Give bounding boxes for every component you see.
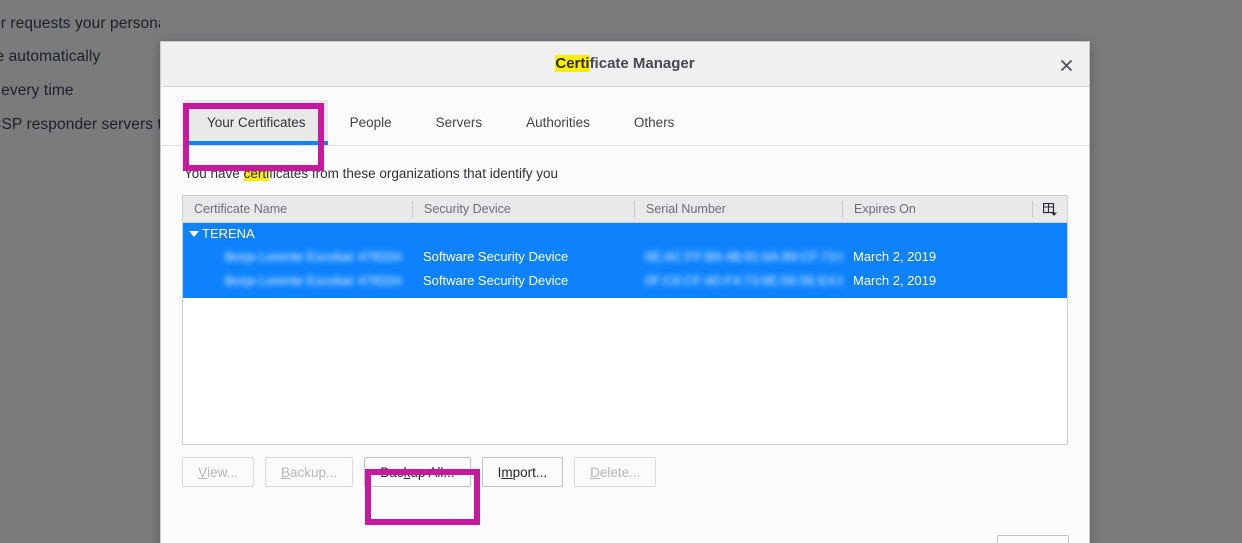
tab-servers[interactable]: Servers: [414, 100, 505, 145]
background-line-1-before: er requests your personal: [0, 15, 160, 32]
close-icon[interactable]: [1051, 50, 1081, 80]
import-accel: m: [501, 464, 513, 480]
delete-accel: D: [590, 464, 600, 480]
view-button[interactable]: View...: [182, 457, 254, 487]
backup-button[interactable]: Backup...: [265, 457, 354, 487]
dialog-title-rest: ficate Manager: [589, 55, 695, 72]
background-text-line: OCSP responder servers to: [0, 116, 160, 133]
ok-button-bar: OK: [997, 535, 1069, 543]
cell-expires-on: March 2, 2019: [853, 272, 937, 288]
tab-your-certificates[interactable]: Your Certificates: [185, 100, 328, 145]
cell-expires-on: March 2, 2019: [853, 248, 937, 264]
certificate-table: Certificate Name Security Device Serial …: [182, 195, 1068, 445]
tab-label: People: [349, 115, 392, 130]
group-label: TERENA: [202, 226, 255, 241]
tab-others[interactable]: Others: [612, 100, 697, 145]
column-header-security-device[interactable]: Security Device: [412, 200, 634, 218]
tab-label: Servers: [435, 115, 483, 130]
cell-security-device: Software Security Device: [423, 272, 569, 288]
tab-label: Authorities: [526, 115, 590, 130]
cell-serial-number: 0E:AC:FF:B6:4B:81:6A:89:CF:73:B4:F...: [645, 248, 842, 264]
delete-button[interactable]: Delete...: [574, 457, 657, 487]
table-group-row[interactable]: TERENA: [183, 223, 1067, 244]
cell-security-device: Software Security Device: [423, 248, 569, 264]
column-header-expires-on[interactable]: Expires On: [842, 200, 1032, 218]
chevron-down-icon[interactable]: [189, 230, 199, 237]
dialog-button-bar: View... Backup... Bac k up All... Im port..…: [182, 457, 1089, 525]
backup-post: ackup...: [290, 464, 338, 480]
dialog-description: You have certificates from these organiz…: [184, 166, 1089, 181]
cell-certificate-name: Borja Lorente Escobar 478334: [225, 248, 402, 264]
table-row[interactable]: Borja Lorente Escobar 478334 Software Se…: [183, 244, 1067, 268]
cell-certificate-name: Borja Lorente Escobar 478334: [225, 272, 402, 288]
tab-people[interactable]: People: [328, 100, 414, 145]
backup-all-pre: Bac: [380, 464, 404, 480]
column-header-certificate-name[interactable]: Certificate Name: [183, 201, 412, 218]
tab-label: Others: [633, 115, 675, 130]
column-header-serial-number[interactable]: Serial Number: [634, 200, 842, 218]
description-highlight: certi: [243, 166, 270, 181]
cell-serial-number: 0F:C6:CF:4D:F4:73:9E:56:5E:E4:BD...: [645, 272, 842, 288]
background-page: er requests your personal certificate on…: [0, 0, 160, 543]
table-header-row: Certificate Name Security Device Serial …: [183, 196, 1067, 223]
description-after: ficates from these organizations that id…: [269, 166, 558, 181]
view-post: iew...: [207, 464, 238, 480]
background-text-line: one automatically: [0, 48, 101, 65]
view-accel: V: [198, 464, 208, 480]
tab-label: Your Certificates: [207, 115, 306, 130]
tabstrip: Your Certificates People Servers Authori…: [161, 100, 1089, 171]
backup-all-button[interactable]: Bac k up All...: [364, 457, 471, 487]
ok-button[interactable]: OK: [997, 535, 1069, 543]
backup-all-post: up All...: [410, 464, 455, 480]
import-button[interactable]: Im port...: [481, 457, 564, 487]
import-post: port...: [512, 464, 548, 480]
background-text-line: u every time: [0, 82, 74, 99]
screen: er requests your personal certificate on…: [0, 0, 1242, 543]
certificate-manager-dialog: Certificate Manager Your Certificates Pe…: [160, 41, 1090, 543]
dialog-title-highlight: Certi: [555, 55, 590, 72]
column-picker-icon[interactable]: [1032, 200, 1067, 218]
tab-authorities[interactable]: Authorities: [504, 100, 612, 145]
dialog-titlebar: Certificate Manager: [161, 42, 1089, 87]
description-before: You have: [184, 166, 244, 181]
selection-fill: [183, 292, 1067, 298]
backup-all-accel: k: [403, 464, 411, 480]
table-row[interactable]: Borja Lorente Escobar 478334 Software Se…: [183, 268, 1067, 292]
backup-accel: B: [281, 464, 291, 480]
background-text-line: er requests your personal certificate: [0, 15, 160, 33]
dialog-title: Certificate Manager: [161, 55, 1089, 72]
delete-post: elete...: [599, 464, 641, 480]
